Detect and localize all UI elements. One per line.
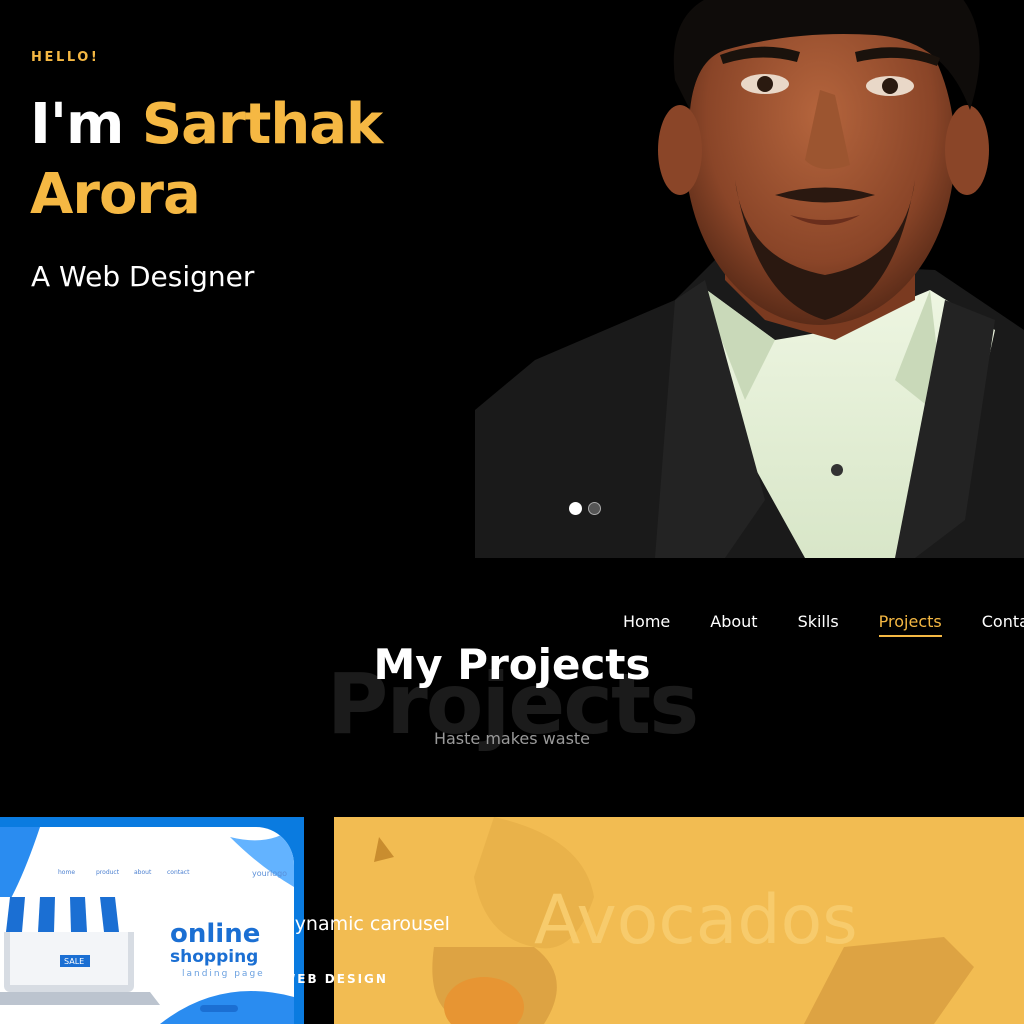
section-subtitle: Haste makes waste — [433, 729, 591, 748]
thumb-button — [200, 1005, 238, 1012]
hero-section: HELLO! I'm Sarthak Arora A Web Designer — [0, 0, 1024, 560]
main-nav: Home About Skills Projects Contact — [623, 612, 1024, 637]
nav-item-about[interactable]: About — [710, 612, 757, 637]
thumb-nav-home: home — [58, 869, 76, 876]
hero-name: I'm Sarthak Arora — [30, 90, 383, 230]
sale-badge: SALE — [64, 957, 84, 966]
hero-last-name: Arora — [30, 162, 201, 227]
thumb-nav-product: product — [96, 869, 120, 876]
hero-name-prefix: I'm — [30, 92, 124, 157]
carousel-dot-2[interactable] — [588, 502, 601, 515]
hero-greeting: HELLO! — [31, 50, 100, 65]
nav-item-home[interactable]: Home — [623, 612, 670, 637]
portrait-image — [475, 0, 1024, 558]
hero-first-name: Sarthak — [141, 92, 383, 157]
project-category: WEB DESIGN — [282, 972, 388, 986]
carousel-dots — [569, 502, 601, 515]
thumb-logo: yourlogo — [252, 869, 288, 878]
nav-item-contact[interactable]: Contact — [982, 612, 1024, 637]
thumb-heading-shopping: shopping — [170, 947, 259, 967]
hero-role: A Web Designer — [31, 260, 255, 293]
thumb-nav-about: about — [134, 869, 152, 876]
carousel-dot-1[interactable] — [569, 502, 582, 515]
thumb-nav-contact: contact — [167, 869, 190, 876]
nav-item-skills[interactable]: Skills — [798, 612, 839, 637]
project-title: Dynamic carousel — [280, 913, 450, 935]
section-title: My Projects — [373, 640, 651, 689]
nav-item-projects[interactable]: Projects — [878, 612, 942, 637]
